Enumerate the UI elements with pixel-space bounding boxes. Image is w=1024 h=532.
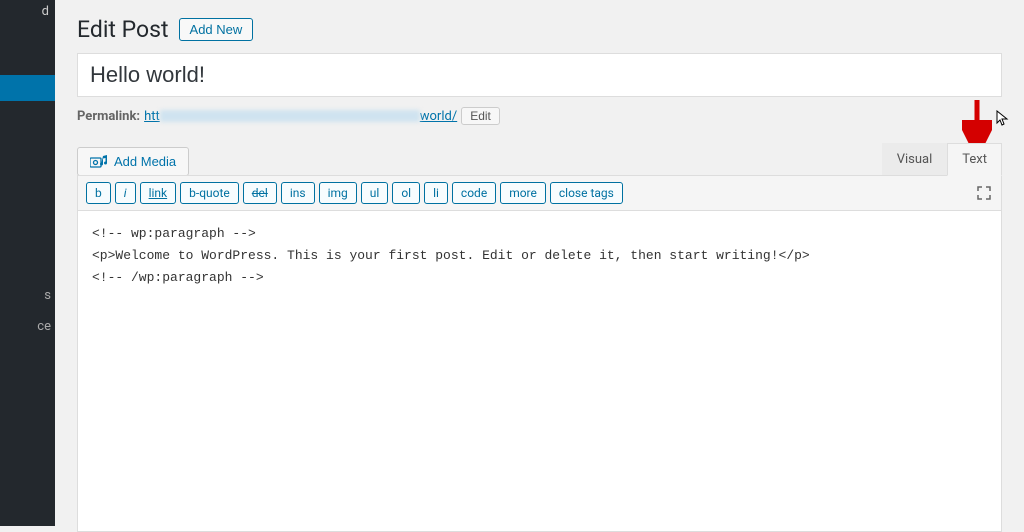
editor-toolbar-row: Add Media Visual Text [77, 143, 1002, 176]
admin-sidebar: d s ce [0, 0, 55, 526]
heading-row: Edit Post Add New [77, 16, 1002, 43]
camera-music-icon [90, 155, 108, 169]
qt-blockquote-button[interactable]: b-quote [180, 182, 239, 204]
post-title-input[interactable] [77, 53, 1002, 97]
add-new-button[interactable]: Add New [179, 18, 254, 41]
qt-more-button[interactable]: more [500, 182, 546, 204]
sidebar-item[interactable]: s [0, 280, 55, 311]
sidebar-item[interactable]: ce [0, 311, 55, 342]
permalink-row: Permalink: htt world/ Edit [77, 107, 1002, 125]
text-editor-textarea[interactable]: <!-- wp:paragraph --> <p>Welcome to Word… [78, 211, 1001, 531]
main-content: Edit Post Add New Permalink: htt world/ E… [55, 0, 1024, 526]
qt-del-button[interactable]: del [243, 182, 277, 204]
sidebar-active-bar [0, 75, 55, 101]
permalink-link[interactable]: htt world/ [144, 109, 457, 124]
qt-ol-button[interactable]: ol [392, 182, 420, 204]
permalink-suffix: world/ [420, 109, 457, 124]
permalink-prefix: htt [144, 109, 160, 124]
add-media-button[interactable]: Add Media [77, 147, 189, 176]
qt-li-button[interactable]: li [424, 182, 448, 204]
qt-ins-button[interactable]: ins [281, 182, 315, 204]
tab-visual[interactable]: Visual [882, 143, 948, 176]
page-title: Edit Post [77, 16, 169, 43]
add-media-label: Add Media [114, 154, 176, 169]
qt-closetags-button[interactable]: close tags [550, 182, 623, 204]
qt-link-button[interactable]: link [140, 182, 177, 204]
quicktags-toolbar: b i link b-quote del ins img ul ol li co… [78, 176, 1001, 211]
fullscreen-icon[interactable] [975, 184, 993, 202]
editor-wrap: b i link b-quote del ins img ul ol li co… [77, 175, 1002, 532]
permalink-edit-button[interactable]: Edit [461, 107, 500, 125]
qt-ul-button[interactable]: ul [361, 182, 389, 204]
qt-img-button[interactable]: img [319, 182, 357, 204]
qt-italic-button[interactable]: i [115, 182, 136, 204]
editor-tabs: Visual Text [882, 143, 1002, 176]
qt-bold-button[interactable]: b [86, 182, 111, 204]
permalink-label: Permalink: [77, 109, 140, 124]
tab-text[interactable]: Text [947, 143, 1002, 176]
qt-code-button[interactable]: code [452, 182, 496, 204]
permalink-blurred [160, 110, 420, 122]
sidebar-item-fragment[interactable]: d [42, 4, 49, 19]
